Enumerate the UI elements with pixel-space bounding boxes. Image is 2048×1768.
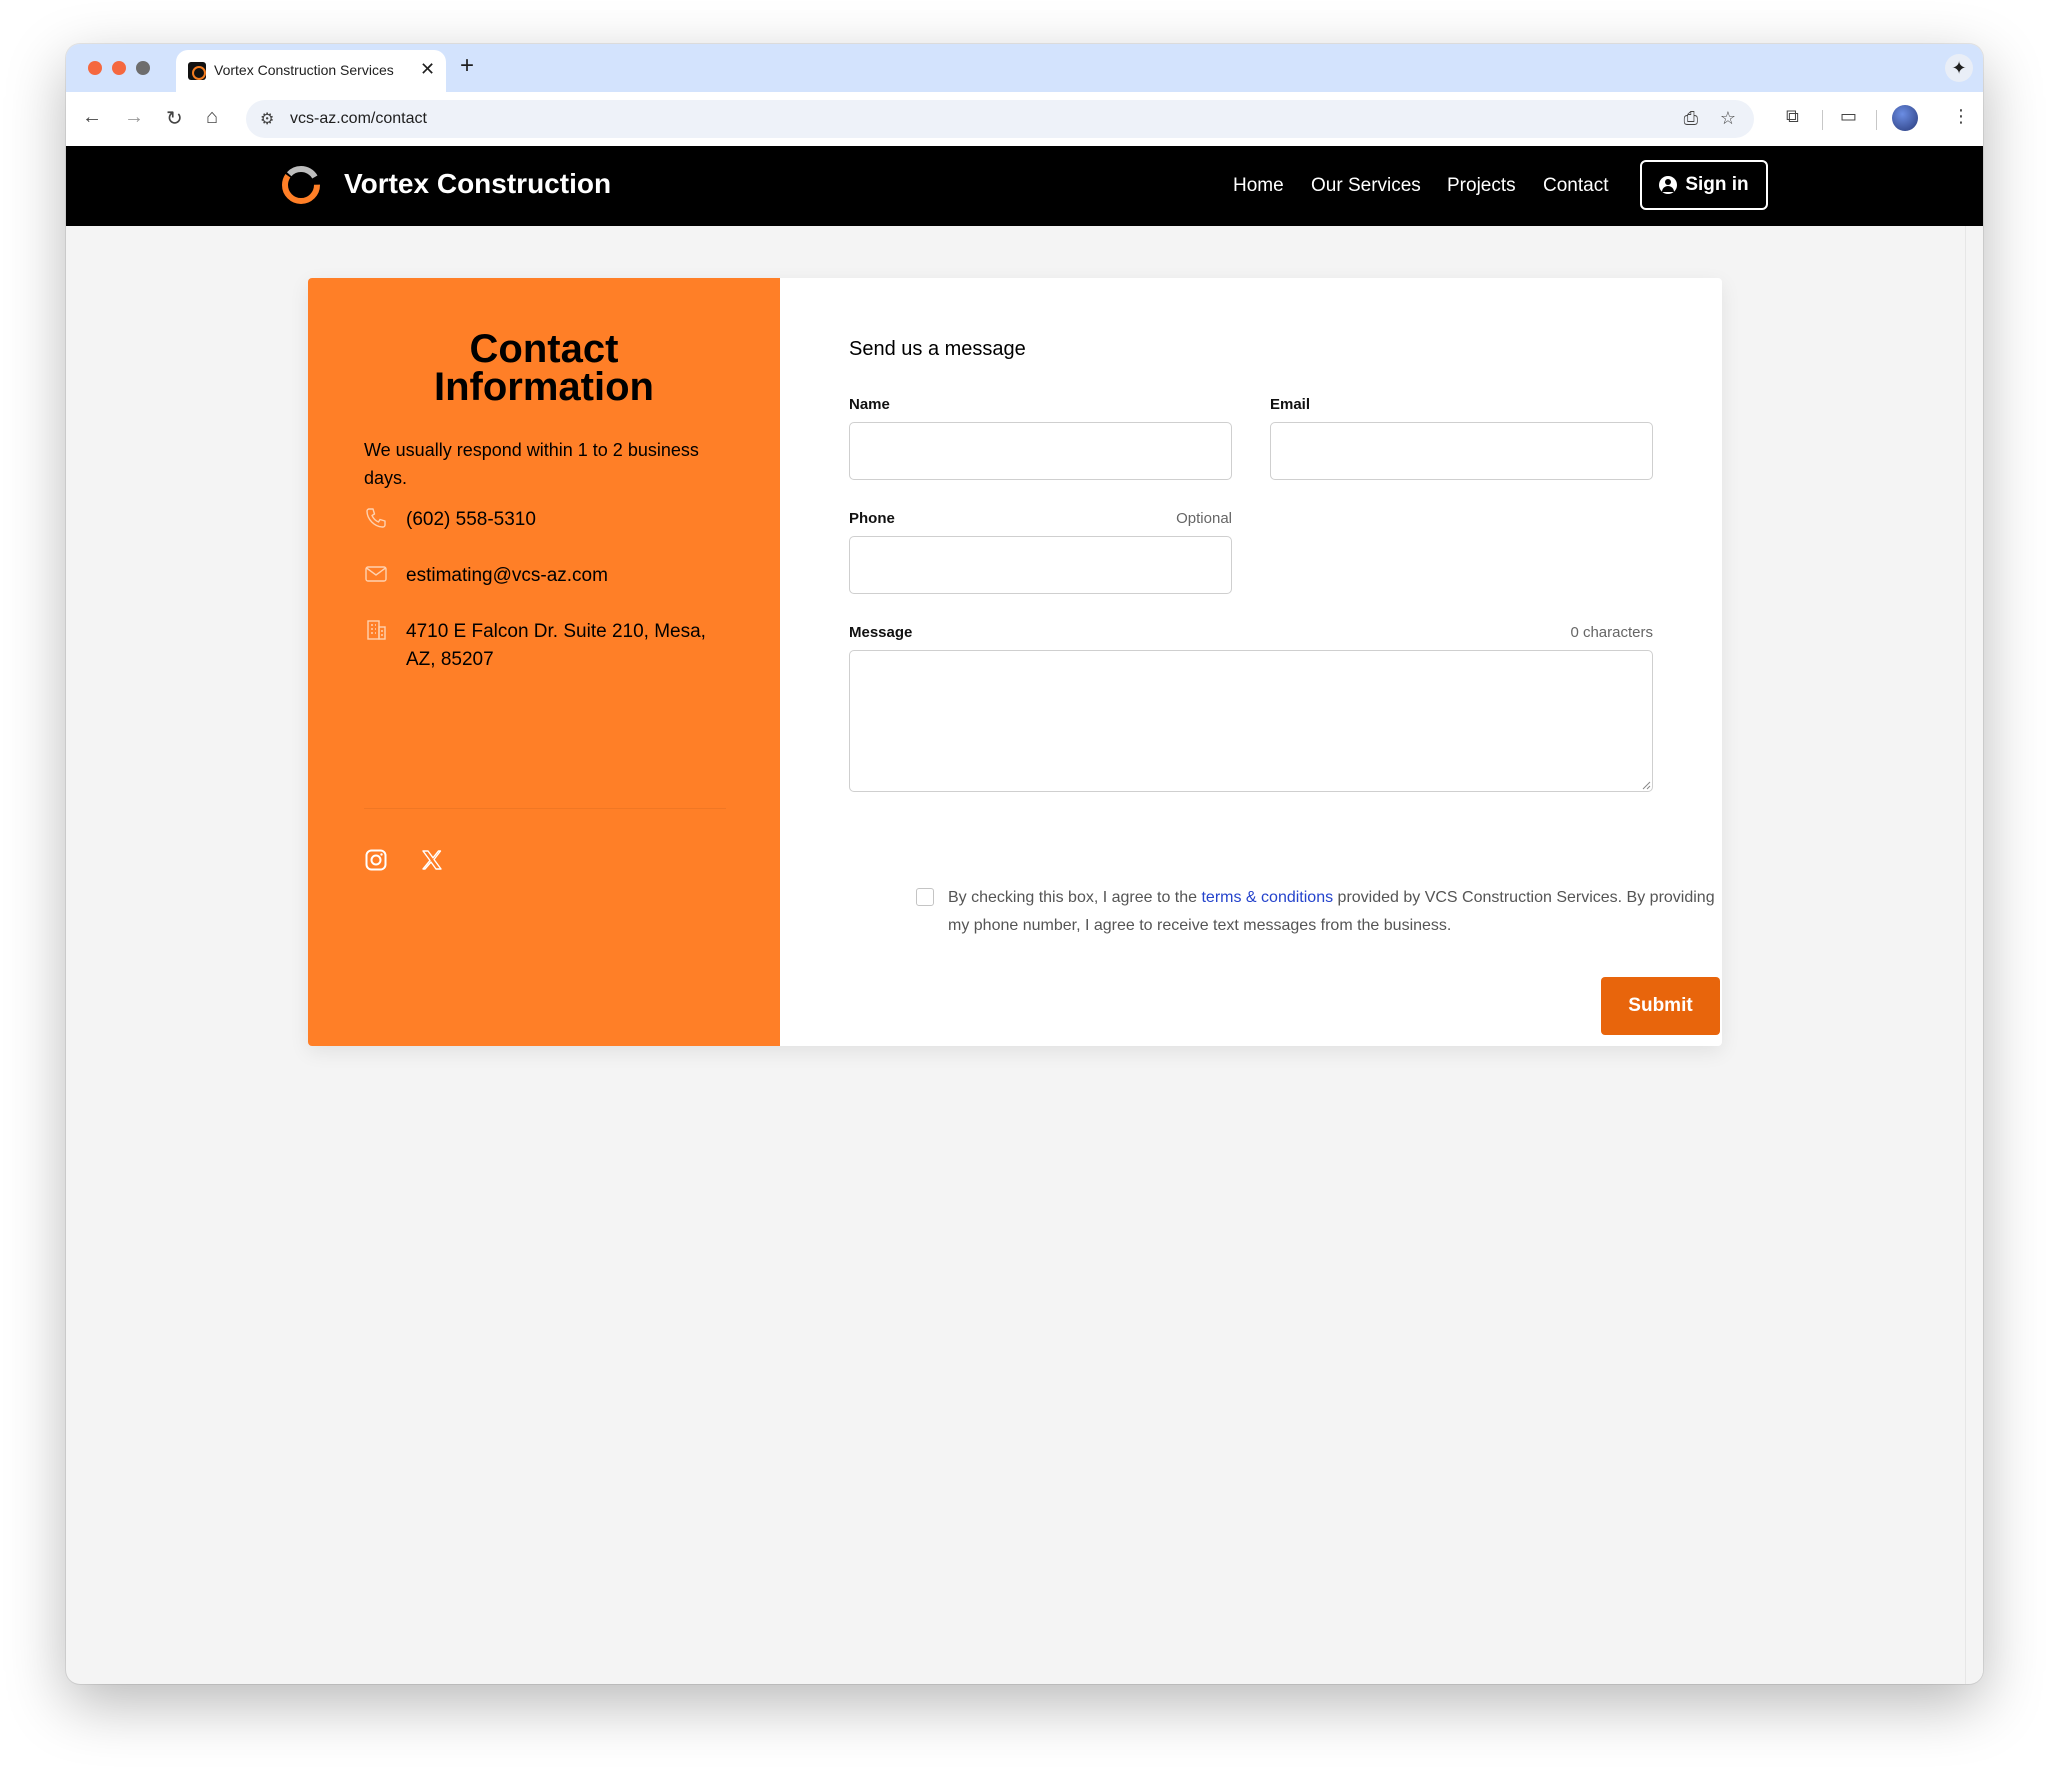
x-icon[interactable] <box>420 848 444 872</box>
home-icon[interactable]: ⌂ <box>206 106 218 129</box>
name-input[interactable] <box>849 422 1232 480</box>
phone-number: (602) 558-5310 <box>406 509 536 530</box>
close-window-button[interactable] <box>88 61 102 75</box>
sign-in-button[interactable]: Sign in <box>1640 160 1768 210</box>
site-settings-icon[interactable]: ⚙ <box>260 109 274 129</box>
vortex-logo-icon[interactable] <box>282 166 320 204</box>
contact-info-panel: Contact Information We usually respond w… <box>308 278 780 1046</box>
phone-optional-hint: Optional <box>1176 510 1232 527</box>
envelope-icon <box>365 566 387 582</box>
bookmark-star-icon[interactable]: ☆ <box>1720 108 1736 129</box>
sign-in-label: Sign in <box>1685 174 1749 195</box>
reload-icon[interactable]: ↻ <box>166 106 183 131</box>
nav-our-services[interactable]: Our Services <box>1311 175 1421 197</box>
response-time-text: We usually respond within 1 to 2 busines… <box>364 440 699 488</box>
instagram-icon[interactable] <box>364 848 388 872</box>
consent-text-start: By checking this box, I agree to the <box>948 889 1202 906</box>
terms-conditions-link[interactable]: terms & conditions <box>1201 889 1333 906</box>
new-tab-button[interactable]: + <box>460 52 474 80</box>
tab-close-icon[interactable]: ✕ <box>420 59 435 80</box>
phone-row[interactable]: (602) 558-5310 <box>364 506 726 534</box>
install-app-icon[interactable]: ⎙ <box>1684 108 1698 129</box>
browser-window: Vortex Construction Services ✕ + ✦ ← → ↻… <box>66 44 1983 1684</box>
info-divider <box>364 808 726 809</box>
minimize-window-button[interactable] <box>112 61 126 75</box>
email-row[interactable]: estimating@vcs-az.com <box>364 562 726 590</box>
contact-info-title: Contact Information <box>434 327 654 409</box>
email-label: Email <box>1270 396 1311 413</box>
tab-strip: Vortex Construction Services ✕ + ✦ <box>66 44 1983 92</box>
building-icon <box>367 620 386 640</box>
form-title: Send us a message <box>849 338 1026 360</box>
nav-home[interactable]: Home <box>1233 175 1284 197</box>
email-address: estimating@vcs-az.com <box>406 565 608 586</box>
brand-name[interactable]: Vortex Construction <box>344 168 611 200</box>
message-char-counter: 0 characters <box>1570 624 1653 641</box>
submit-button[interactable]: Submit <box>1601 977 1720 1035</box>
tab-search-icon[interactable]: ▭ <box>1840 106 1857 127</box>
consent-checkbox[interactable] <box>916 888 934 906</box>
extensions-icon[interactable]: ⧉ <box>1786 106 1799 127</box>
gemini-icon[interactable]: ✦ <box>1945 54 1973 82</box>
site-header: Vortex Construction Home Our Services Pr… <box>66 146 1983 226</box>
message-label: Message <box>849 624 913 641</box>
back-icon[interactable]: ← <box>82 106 102 129</box>
favicon-icon <box>188 62 206 80</box>
toolbar-divider <box>1876 110 1877 130</box>
resize-handle-icon[interactable] <box>1641 780 1651 790</box>
name-label: Name <box>849 396 890 413</box>
consent-text: By checking this box, I agree to the ter… <box>948 884 1722 940</box>
menu-kebab-icon[interactable]: ⋮ <box>1952 106 1970 127</box>
decorative-triangle <box>544 694 780 1046</box>
phone-icon <box>366 508 386 528</box>
nav-projects[interactable]: Projects <box>1447 175 1516 197</box>
phone-label: Phone <box>849 510 895 527</box>
email-input[interactable] <box>1270 422 1653 480</box>
toolbar-divider <box>1822 110 1823 130</box>
nav-contact[interactable]: Contact <box>1543 175 1608 197</box>
tab-title: Vortex Construction Services <box>214 62 394 78</box>
user-circle-icon <box>1659 176 1678 194</box>
contact-card: Contact Information We usually respond w… <box>308 278 1722 1046</box>
profile-avatar[interactable] <box>1892 105 1918 131</box>
url-text: vcs-az.com/contact <box>290 110 427 127</box>
maximize-window-button[interactable] <box>136 61 150 75</box>
page-scrollbar[interactable] <box>1965 226 1983 1684</box>
message-textarea[interactable] <box>849 650 1653 792</box>
forward-icon[interactable]: → <box>124 106 144 129</box>
browser-tab[interactable]: Vortex Construction Services ✕ <box>176 50 446 92</box>
browser-toolbar: ← → ↻ ⌂ ⚙ vcs-az.com/contact ⎙ ☆ ⧉ ▭ ⋮ <box>66 92 1983 146</box>
street-address: 4710 E Falcon Dr. Suite 210, Mesa, AZ, 8… <box>406 621 706 670</box>
address-bar[interactable]: ⚙ vcs-az.com/contact ⎙ ☆ <box>246 100 1754 138</box>
phone-input[interactable] <box>849 536 1232 594</box>
address-row: 4710 E Falcon Dr. Suite 210, Mesa, AZ, 8… <box>364 618 726 674</box>
